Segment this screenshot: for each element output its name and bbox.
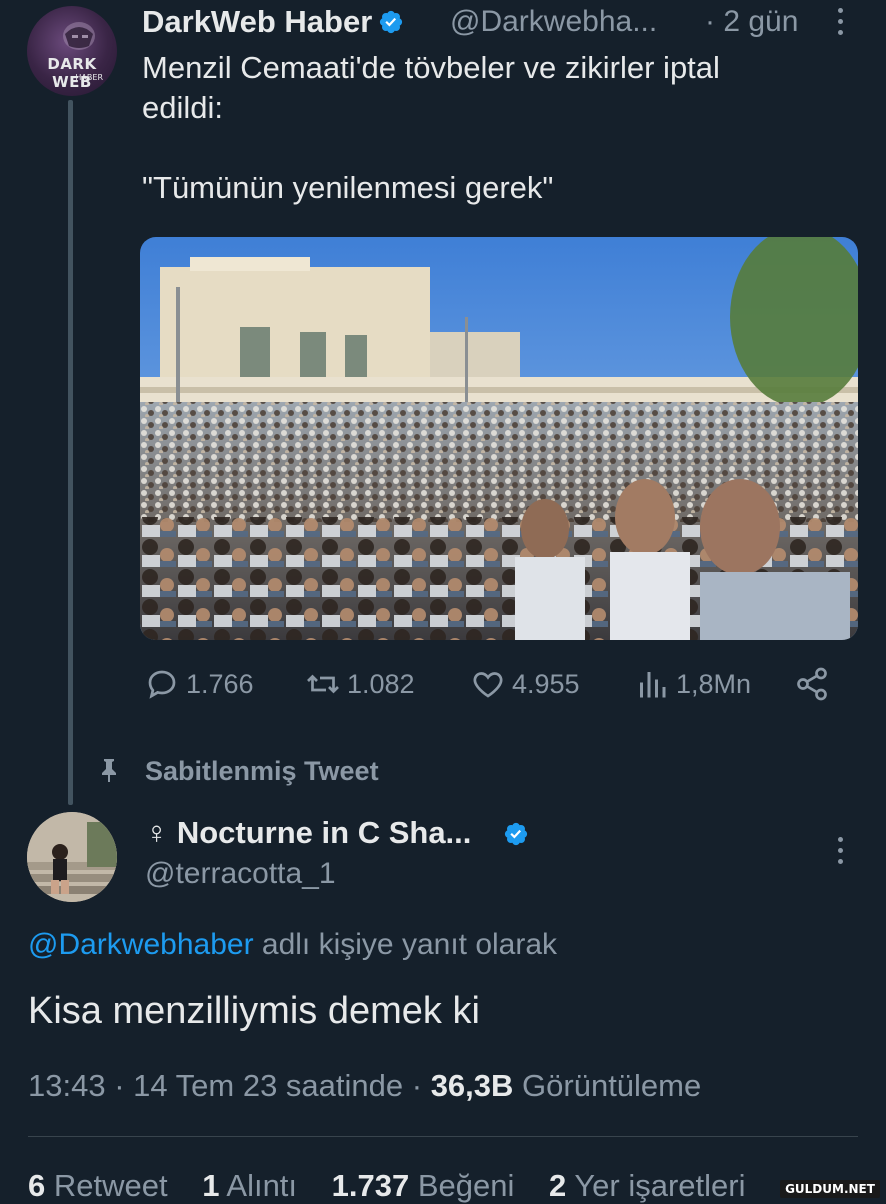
more-options-icon[interactable] xyxy=(830,4,850,44)
crowd-prayer-photo xyxy=(140,237,858,640)
views-icon xyxy=(640,672,666,698)
like-count: 1.737 xyxy=(331,1168,410,1203)
like-icon xyxy=(473,672,503,698)
author-handle[interactable]: @Darkwebha... xyxy=(450,5,657,39)
views-count: 1,8Mn xyxy=(676,668,752,699)
retweet-label: Retweet xyxy=(53,1168,168,1203)
author-name-text[interactable]: DarkWeb Haber xyxy=(142,4,372,39)
pinned-tweet-label: Sabitlenmiş Tweet xyxy=(145,756,379,786)
bookmark-label: Yer işaretleri xyxy=(574,1168,746,1203)
view-label: Görüntüleme xyxy=(513,1068,702,1103)
more-options-icon[interactable] xyxy=(830,833,850,873)
author-handle[interactable]: @terracotta_1 xyxy=(145,857,336,891)
likes-stat[interactable]: 1.737 Beğeni xyxy=(332,1168,515,1203)
quotes-stat[interactable]: 1 Alıntı xyxy=(202,1168,297,1203)
like-label: Beğeni xyxy=(417,1168,515,1203)
verified-badge-icon xyxy=(504,822,528,846)
tweet-photo[interactable] xyxy=(140,237,858,640)
reply-button[interactable]: 1.766 xyxy=(144,666,254,702)
author-name[interactable]: DarkWeb Haber xyxy=(142,4,404,40)
avatar-logo-text: DARK WEB xyxy=(47,55,97,91)
retweet-button[interactable]: 1.082 xyxy=(305,666,415,702)
reply-to-link[interactable]: @Darkwebhaber xyxy=(28,928,254,961)
reply-to-suffix: adlı kişiye yanıt olarak xyxy=(253,928,558,961)
divider xyxy=(28,1136,858,1137)
retweet-icon xyxy=(307,674,339,694)
retweet-count: 6 xyxy=(28,1168,46,1203)
reply-icon xyxy=(148,670,176,699)
bookmarks-stat[interactable]: 2 Yer işaretleri xyxy=(549,1168,745,1203)
view-count: 36,3B xyxy=(430,1068,514,1103)
retweet-count: 1.082 xyxy=(347,668,415,699)
verified-badge-icon xyxy=(380,10,403,34)
tweet-text: Menzil Cemaati'de tövbeler ve zikirler i… xyxy=(142,50,720,205)
avatar[interactable]: DARK WEB HABER xyxy=(27,6,117,96)
like-button[interactable]: 4.955 xyxy=(470,666,580,702)
avatar-photo xyxy=(27,812,117,902)
watermark: GULDUM.NET xyxy=(780,1180,880,1198)
tweet-meta: 13:43 · 14 Tem 23 saatinde · 36,3B Görün… xyxy=(28,1068,701,1104)
share-icon xyxy=(797,667,827,701)
retweets-stat[interactable]: 6 Retweet xyxy=(28,1168,168,1203)
author-name[interactable]: ♀ Nocturne in C Sha... xyxy=(145,815,471,851)
replying-to: @Darkwebhaber adlı kişiye yanıt olarak xyxy=(28,928,557,962)
bookmark-count: 2 xyxy=(549,1168,567,1203)
like-count: 4.955 xyxy=(512,668,580,699)
quote-label: Alıntı xyxy=(226,1168,298,1203)
tweet-text: Kisa menzilliymis demek ki xyxy=(28,990,480,1032)
pin-icon xyxy=(102,759,116,782)
share-button[interactable] xyxy=(794,666,830,702)
reply-count: 1.766 xyxy=(186,668,254,699)
views-button[interactable]: 1,8Mn xyxy=(634,666,751,702)
thread-connector-line xyxy=(68,100,73,805)
tweet-timestamp[interactable]: 13:43 · 14 Tem 23 saatinde · xyxy=(28,1068,431,1103)
engagement-stats: 6 Retweet 1 Alıntı 1.737 Beğeni 2 Yer iş… xyxy=(28,1168,746,1204)
tweet-timestamp[interactable]: · 2 gün xyxy=(705,5,798,39)
avatar[interactable] xyxy=(27,812,117,902)
avatar-logo-subtext: HABER xyxy=(75,73,103,82)
quote-count: 1 xyxy=(202,1168,220,1203)
tweet-action-bar: 1.766 1.082 4.955 1,8Mn xyxy=(140,666,840,710)
